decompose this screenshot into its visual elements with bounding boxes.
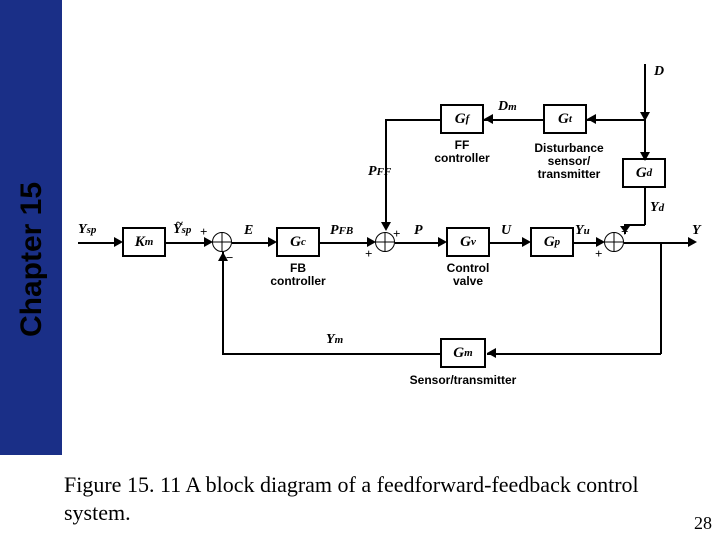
block-Gc: Gc	[276, 227, 320, 257]
signal-Yd: Yd	[650, 200, 664, 216]
label-dst: Disturbance sensor/ transmitter	[528, 142, 610, 182]
signal-P: P	[414, 223, 423, 239]
signal-U: U	[501, 223, 511, 239]
signal-PFB: PFB	[330, 223, 353, 239]
block-Gt: Gt	[543, 104, 587, 134]
label-fb: FB controller	[262, 262, 334, 288]
signal-Ysp: Ysp	[78, 222, 96, 238]
signal-Yu: Yu	[575, 223, 590, 239]
page-number: 28	[694, 513, 712, 534]
summing-junction-2	[375, 232, 395, 252]
block-Gv: Gv	[446, 227, 490, 257]
signal-PFF: PFF	[368, 164, 391, 180]
signal-D: D	[654, 64, 664, 80]
block-Gf: Gf	[440, 104, 484, 134]
block-Gm: Gm	[440, 338, 486, 368]
summing-junction-1	[212, 232, 232, 252]
signal-Dm: Dm	[498, 99, 517, 115]
label-st: Sensor/transmitter	[408, 374, 518, 387]
label-ff: FF controller	[426, 139, 498, 165]
figure-caption: Figure 15. 11 A block diagram of a feedf…	[64, 471, 694, 526]
signal-Yspt: Ysp	[173, 222, 191, 238]
signal-E: E	[244, 223, 253, 239]
block-Km: Km	[122, 227, 166, 257]
block-Gp: Gp	[530, 227, 574, 257]
signal-Y: Y	[692, 223, 701, 239]
block-diagram: D Gt Disturbance sensor/ transmitter Gf …	[78, 64, 712, 442]
label-cv: Control valve	[432, 262, 504, 288]
chapter-label: Chapter 15	[15, 137, 49, 337]
block-Gd: Gd	[622, 158, 666, 188]
signal-Ym: Ym	[326, 332, 343, 348]
